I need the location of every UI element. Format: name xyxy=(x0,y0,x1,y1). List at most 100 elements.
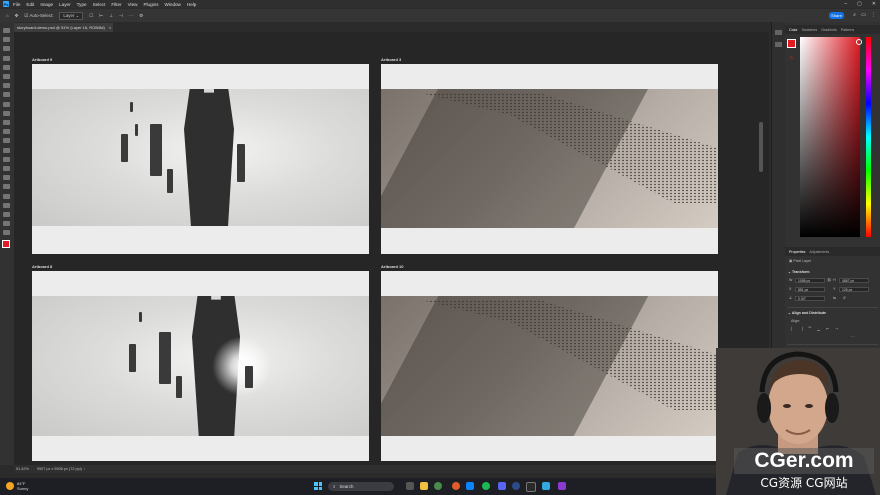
vertical-scrollbar[interactable] xyxy=(759,122,763,172)
shape-tool-icon[interactable] xyxy=(3,202,10,208)
menu-plugins[interactable]: Plugins xyxy=(143,2,158,7)
frame-tool-icon[interactable] xyxy=(3,83,10,89)
menu-select[interactable]: Select xyxy=(93,2,106,7)
menu-file[interactable]: File xyxy=(13,2,20,7)
eyedropper-tool-icon[interactable] xyxy=(3,92,10,98)
weather-widget[interactable]: 84°F Sunny xyxy=(17,481,28,491)
tab-swatches[interactable]: Swatches xyxy=(802,28,818,32)
color-picker-marker[interactable] xyxy=(856,39,862,45)
menu-layer[interactable]: Layer xyxy=(59,2,71,7)
artboard-label[interactable]: Artboard 9 xyxy=(32,57,52,62)
tab-color[interactable]: Color xyxy=(789,28,798,32)
dodge-tool-icon[interactable] xyxy=(3,166,10,171)
brush-tool-icon[interactable] xyxy=(3,110,10,116)
eraser-tool-icon[interactable] xyxy=(3,138,10,144)
menu-type[interactable]: Type xyxy=(77,2,87,7)
tab-gradients[interactable]: Gradients xyxy=(821,28,837,32)
artboard-label[interactable]: Artboard 3 xyxy=(381,57,401,62)
auto-select-checkbox[interactable]: ☑ Auto-Select: xyxy=(24,13,53,19)
canvas-area[interactable]: Artboard 9 Artboard 3 Artboard 8 Artboar… xyxy=(14,32,769,465)
close-tab-icon[interactable]: × xyxy=(109,25,111,30)
tab-patterns[interactable]: Patterns xyxy=(841,28,854,32)
windows-start-icon[interactable] xyxy=(314,482,322,490)
tab-adjustments[interactable]: Adjustments xyxy=(809,250,829,254)
chrome-icon[interactable] xyxy=(434,482,442,490)
app-icon[interactable] xyxy=(558,482,566,490)
transform-width-field[interactable]: 1058 px xyxy=(795,278,825,283)
transform-angle-field[interactable]: 0.00° xyxy=(795,296,825,301)
home-icon[interactable]: ⌂ xyxy=(6,13,9,18)
tab-properties[interactable]: Properties xyxy=(789,250,805,254)
path-select-icon[interactable] xyxy=(3,193,10,199)
menu-filter[interactable]: Filter xyxy=(111,2,121,7)
zoom-level[interactable]: 51.42% xyxy=(16,467,29,471)
link-icon[interactable]: ⛓ xyxy=(827,278,832,282)
lasso-tool-icon[interactable] xyxy=(3,55,10,61)
artboard-label[interactable]: Artboard 8 xyxy=(32,264,52,269)
transform-controls-checkbox[interactable]: ☐ xyxy=(89,13,93,19)
quick-select-tool-icon[interactable] xyxy=(3,64,10,70)
spotify-icon[interactable] xyxy=(482,482,490,490)
layers-icon[interactable] xyxy=(775,42,782,47)
workspace-icon[interactable]: ▭ xyxy=(861,12,866,18)
artboard[interactable] xyxy=(32,271,369,461)
artboard[interactable] xyxy=(381,271,718,461)
menu-image[interactable]: Image xyxy=(40,2,53,7)
app-icon[interactable] xyxy=(526,482,536,492)
discord-icon[interactable] xyxy=(498,482,506,490)
file-explorer-icon[interactable] xyxy=(420,482,428,490)
auto-select-dropdown[interactable]: Layer ⌄ xyxy=(59,11,84,20)
app-icon[interactable] xyxy=(512,482,520,490)
zoom-tool-icon[interactable] xyxy=(3,221,10,227)
menu-help[interactable]: Help xyxy=(187,2,196,7)
color-picker-field[interactable] xyxy=(800,37,860,237)
history-brush-icon[interactable] xyxy=(3,129,10,135)
more-options-icon[interactable]: ··· xyxy=(129,13,133,18)
more-align-icon[interactable]: ··· xyxy=(851,335,855,339)
artboard-tool-icon[interactable] xyxy=(3,37,10,43)
move-tool-icon[interactable] xyxy=(3,28,10,33)
blur-tool-icon[interactable] xyxy=(3,156,10,162)
healing-brush-icon[interactable] xyxy=(3,101,10,107)
menu-window[interactable]: Window xyxy=(165,2,181,7)
artboard[interactable] xyxy=(381,64,718,254)
hand-tool-icon[interactable] xyxy=(3,212,10,217)
store-icon[interactable] xyxy=(466,482,474,490)
transform-x-field[interactable]: 851 px xyxy=(795,287,825,292)
crop-tool-icon[interactable] xyxy=(3,74,10,79)
artboard-label[interactable]: Artboard 10 xyxy=(381,264,403,269)
taskbar-search[interactable]: ⌕ Search xyxy=(328,482,394,491)
app-icon[interactable] xyxy=(542,482,550,490)
maximize-icon[interactable]: ▢ xyxy=(857,1,862,7)
share-button[interactable]: Share xyxy=(829,12,844,19)
clone-stamp-icon[interactable] xyxy=(3,120,10,125)
transform-section[interactable]: ⌄ Transform xyxy=(788,270,810,274)
close-icon[interactable]: ✕ xyxy=(872,1,876,7)
foreground-color-swatch[interactable] xyxy=(2,240,10,248)
artboard[interactable] xyxy=(32,64,369,254)
document-dimensions[interactable]: 9507 px x 5906 px (72 ppi) xyxy=(37,467,82,471)
menu-edit[interactable]: Edit xyxy=(26,2,34,7)
transform-height-field[interactable]: 4867 px xyxy=(839,278,869,283)
more-tools-icon[interactable] xyxy=(3,230,10,236)
chevron-right-icon[interactable]: › xyxy=(84,467,85,471)
hue-slider[interactable] xyxy=(866,37,871,237)
gradient-tool-icon[interactable] xyxy=(3,147,10,153)
foreground-color-swatch[interactable] xyxy=(787,39,796,48)
flip-horizontal-icon[interactable]: ⇋ xyxy=(833,296,836,300)
align-left-icon[interactable]: ⊢ xyxy=(99,13,103,19)
pen-tool-icon[interactable] xyxy=(3,175,10,181)
history-icon[interactable] xyxy=(775,30,782,35)
move-tool-icon[interactable]: ✥ xyxy=(15,13,19,19)
brave-icon[interactable] xyxy=(452,482,460,490)
transform-y-field[interactable]: 126 px xyxy=(839,287,869,292)
minimize-icon[interactable]: – xyxy=(844,1,847,7)
task-view-icon[interactable] xyxy=(406,482,414,490)
menu-view[interactable]: View xyxy=(128,2,138,7)
document-tab[interactable]: storyboard-demo.psd @ 51% (Layer 16, RGB… xyxy=(14,23,113,32)
flip-vertical-icon[interactable]: ⇵ xyxy=(843,296,846,300)
align-buttons[interactable]: ▏▕▔▁⊢⊣ xyxy=(791,327,844,331)
align-center-icon[interactable]: ⊥ xyxy=(109,13,113,19)
settings-icon[interactable]: ⋮ xyxy=(871,12,876,18)
type-tool-icon[interactable] xyxy=(3,184,10,190)
